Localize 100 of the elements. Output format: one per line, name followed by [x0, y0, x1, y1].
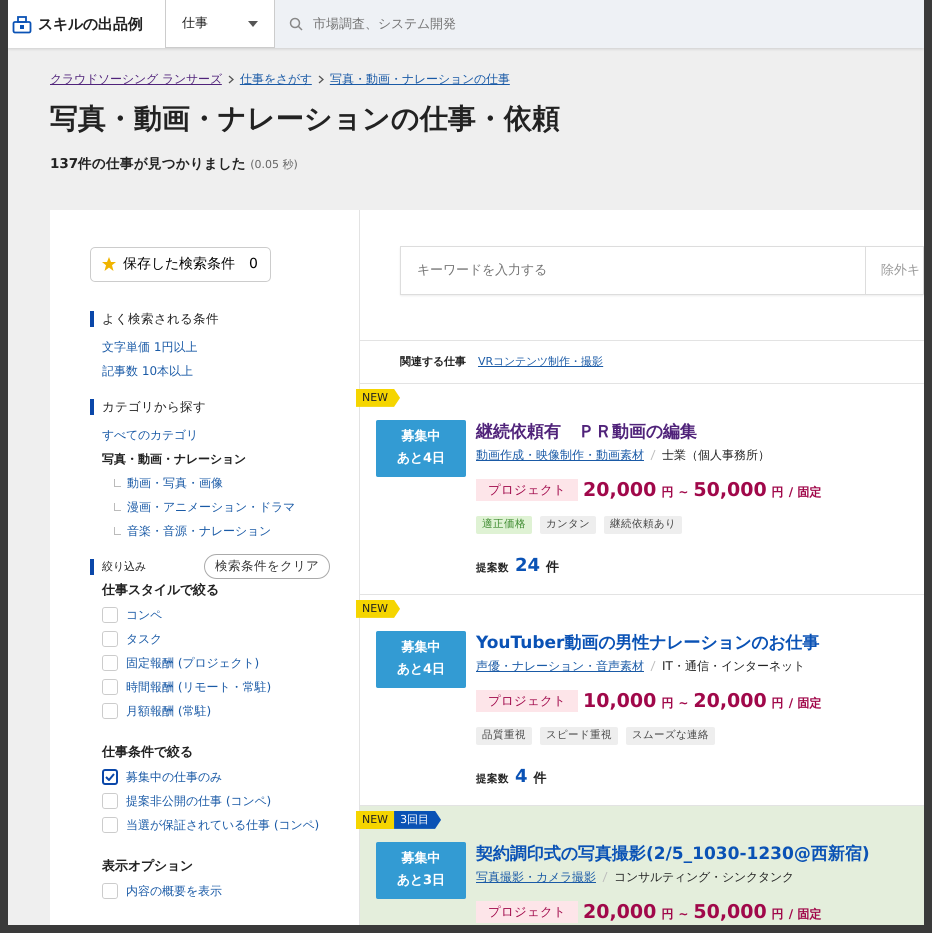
- price-separator: ~: [678, 484, 688, 501]
- job-card[interactable]: NEW 募集中 あと4日 YouTuber動画の男性ナレーションのお仕事 声優・ナレーション・音声素材 IT・通信・インターネット プロジェクト 10,000 円 ~ 20,000 円 / 固定 品質重視 スピード重視 スムーズな連絡 提案数 4 件: [360, 594, 924, 806]
- related-link[interactable]: VRコンテンツ制作・撮影: [478, 354, 604, 370]
- category-link[interactable]: 声優・ナレーション・音声素材: [476, 656, 644, 675]
- check-icon: [105, 772, 115, 781]
- category-select[interactable]: 仕事: [165, 0, 275, 48]
- breadcrumb-link[interactable]: 仕事をさがす: [240, 70, 312, 88]
- slash-icon: [650, 660, 656, 672]
- filter-group-heading: 仕事条件で絞る: [102, 744, 193, 762]
- tree-branch-icon: [114, 526, 121, 535]
- category-link[interactable]: 写真撮影・カメラ撮影: [476, 868, 596, 886]
- proposals-count: 4: [515, 765, 528, 790]
- job-tag: 品質重視: [476, 727, 532, 746]
- price-unit: 円: [772, 906, 784, 923]
- price-max: 20,000: [693, 688, 767, 714]
- result-count: 137件の仕事が見つかりました: [50, 156, 246, 172]
- checkbox-label[interactable]: 提案非公開の仕事 (コンペ): [126, 792, 272, 810]
- price-min: 10,000: [583, 688, 656, 714]
- proposals-count: 24: [515, 554, 540, 578]
- job-type-label: プロジェクト: [476, 900, 578, 924]
- tree-branch-icon: [114, 502, 121, 511]
- current-category: 写真・動画・ナレーション: [102, 450, 246, 468]
- category-link[interactable]: 漫画・アニメーション・ドラマ: [127, 498, 295, 516]
- new-badge: NEW: [356, 388, 400, 407]
- star-icon: [101, 256, 117, 272]
- price-type: / 固定: [788, 694, 822, 712]
- breadcrumb-link[interactable]: クラウドソーシング ランサーズ: [50, 70, 222, 88]
- price-separator: ~: [678, 906, 688, 923]
- job-title-link[interactable]: YouTuber動画の男性ナレーションのお仕事: [476, 630, 820, 655]
- filter-link[interactable]: 記事数 10本以上: [102, 362, 194, 380]
- price-unit: 円: [661, 694, 674, 712]
- related-label: 関連する仕事: [400, 354, 466, 370]
- job-tag: 継続依頼あり: [604, 516, 682, 534]
- search-time: (0.05 秒): [250, 158, 298, 171]
- proposals-label: 提案数: [476, 772, 509, 788]
- checkbox-label[interactable]: 当選が保証されている仕事 (コンペ): [126, 816, 320, 834]
- price-max: 50,000: [693, 478, 767, 503]
- category-link[interactable]: 動画・写真・画像: [127, 474, 223, 492]
- filter-group-heading: 仕事スタイルで絞る: [102, 582, 219, 600]
- section-heading: 絞り込み: [90, 558, 146, 575]
- price-min: 20,000: [583, 478, 656, 503]
- status-badge: 募集中 あと4日: [376, 420, 466, 477]
- job-type-label: プロジェクト: [476, 478, 578, 502]
- slash-icon: [602, 870, 608, 883]
- caret-icon: [248, 20, 258, 26]
- checkbox[interactable]: [102, 768, 118, 785]
- checkbox-label[interactable]: 内容の概要を表示: [126, 882, 222, 900]
- job-tag: 適正価格: [476, 516, 532, 534]
- checkbox-label[interactable]: 時間報酬 (リモート・常駐): [126, 678, 272, 696]
- checkbox-label[interactable]: 月額報酬 (常駐): [126, 702, 212, 720]
- new-badge: NEW: [356, 600, 400, 618]
- search-field[interactable]: 市場調査、システム開発: [311, 9, 910, 39]
- category-link[interactable]: 動画作成・映像制作・動画素材: [476, 446, 644, 464]
- section-heading: よく検索される条件: [90, 310, 219, 327]
- logo-text[interactable]: スキルの出品例: [38, 12, 143, 36]
- price-unit: 円: [661, 484, 674, 501]
- category-link[interactable]: すべてのカテゴリ: [102, 426, 198, 444]
- job-title-link[interactable]: 継続依頼有 ＰＲ動画の編集: [476, 420, 697, 444]
- status-badge: 募集中 あと4日: [376, 630, 466, 688]
- tree-branch-icon: [114, 478, 121, 487]
- checkbox-label[interactable]: 募集中の仕事のみ: [126, 768, 222, 786]
- job-title-link[interactable]: 契約調印式の写真撮影(2/5_1030-1230@西新宿): [476, 842, 870, 866]
- job-tag: スピード重視: [540, 727, 618, 746]
- category-link[interactable]: 音楽・音源・ナレーション: [127, 522, 271, 540]
- price-min: 20,000: [583, 900, 656, 925]
- page-title: 写真・動画・ナレーションの仕事・依頼: [50, 102, 561, 136]
- job-tag: カンタン: [540, 516, 596, 534]
- proposals-unit: 件: [546, 559, 560, 578]
- search-icon: [289, 17, 303, 31]
- job-card[interactable]: NEW 募集中 あと4日 継続依頼有 ＰＲ動画の編集 動画作成・映像制作・動画素材 士業（個人事務所） プロジェクト 20,000 円 ~ 50,000 円 / 固定 適正価格 カンタン 継続依頼あり 提案数 24 件: [360, 384, 924, 595]
- price-unit: 円: [772, 484, 784, 501]
- saved-search-button[interactable]: 保存した検索条件 0: [90, 246, 271, 282]
- search-bar[interactable]: 市場調査、システム開発: [275, 0, 924, 48]
- section-heading: カテゴリから探す: [90, 398, 206, 415]
- keyword-field[interactable]: キーワードを入力する: [401, 246, 865, 294]
- clear-filters-button[interactable]: 検索条件をクリア: [204, 554, 330, 580]
- price-unit: 円: [772, 694, 784, 712]
- proposals-label: 提案数: [476, 561, 509, 576]
- filter-link[interactable]: 文字単価 1円以上: [102, 338, 198, 356]
- breadcrumb-link[interactable]: 写真・動画・ナレーションの仕事: [330, 70, 510, 88]
- status-badge: 募集中 あと3日: [376, 842, 466, 899]
- checkbox-label[interactable]: コンペ: [126, 606, 162, 624]
- price-separator: ~: [678, 694, 688, 712]
- proposals-unit: 件: [534, 770, 547, 788]
- industry-text: 士業（個人事務所）: [662, 446, 770, 464]
- filter-group-heading: 表示オプション: [102, 858, 193, 876]
- repeat-badge: 3回目: [394, 810, 442, 829]
- new-badge: NEW: [356, 810, 394, 829]
- job-tag: スムーズな連絡: [626, 727, 715, 746]
- slash-icon: [650, 448, 656, 461]
- checkbox-label[interactable]: 固定報酬 (プロジェクト): [126, 654, 260, 672]
- industry-text: コンサルティング・シンクタンク: [614, 868, 794, 886]
- price-unit: 円: [661, 906, 674, 923]
- job-type-label: プロジェクト: [476, 690, 578, 712]
- price-type: / 固定: [788, 906, 822, 923]
- price-type: / 固定: [788, 484, 822, 501]
- checkbox-label[interactable]: タスク: [126, 630, 162, 648]
- chevron-icon: [228, 74, 234, 84]
- toolbox-icon: [12, 14, 32, 34]
- industry-text: IT・通信・インターネット: [662, 658, 805, 675]
